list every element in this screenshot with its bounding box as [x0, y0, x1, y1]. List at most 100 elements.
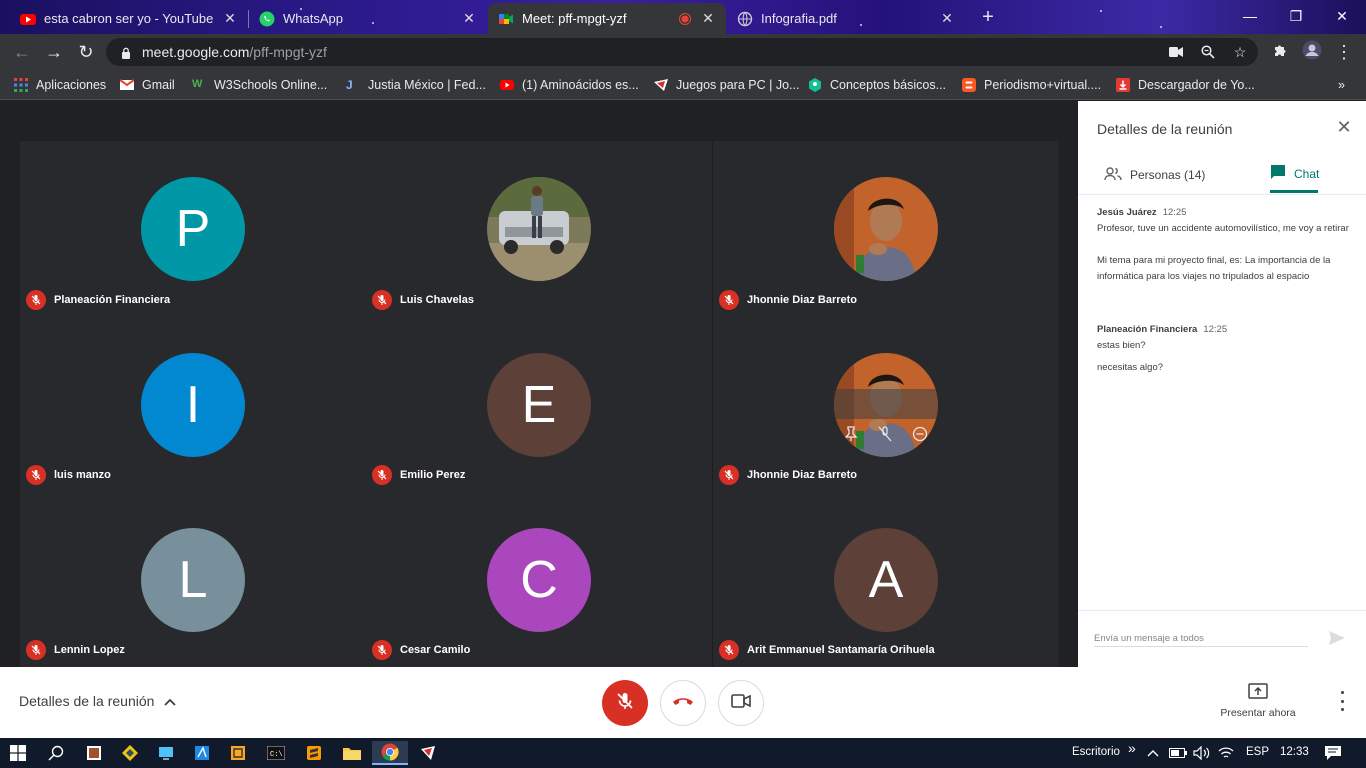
toolbar-expand-icon[interactable]: »	[1128, 740, 1136, 756]
more-bookmarks-icon[interactable]: »	[1338, 76, 1345, 94]
chat-message-group: Planeación Financiera 12:25 estas bien? n…	[1097, 322, 1349, 376]
bookmark-label: Conceptos básicos...	[830, 78, 947, 92]
present-now-label: Presentar ahora	[1220, 707, 1296, 719]
bookmark-descargador[interactable]: Descargador de Yo...	[1116, 76, 1255, 94]
decor-star	[1160, 26, 1162, 28]
meeting-details-button[interactable]: Detalles de la reunión	[19, 693, 177, 709]
bookmark-juegos[interactable]: Juegos para PC | Jo...	[654, 76, 799, 94]
input-language[interactable]: ESP	[1246, 746, 1269, 758]
tab-whatsapp[interactable]: WhatsApp ✕	[249, 3, 487, 34]
taskbar-app-git-icon[interactable]	[112, 741, 148, 765]
bookmarks-bar: Aplicaciones Gmail W W3Schools Online...…	[0, 70, 1366, 100]
bookmark-aminoacidos[interactable]: (1) Aminoácidos es...	[500, 76, 639, 94]
leave-call-button[interactable]	[660, 680, 706, 726]
chevron-up-icon[interactable]	[1142, 741, 1164, 765]
taskbar-app-monitor-icon[interactable]	[148, 741, 184, 765]
chat-message-group: Jesús Juárez 12:25 Profesor, tuve un acci…	[1097, 205, 1349, 285]
notifications-icon[interactable]	[1318, 741, 1348, 765]
system-clock[interactable]: 12:33	[1280, 746, 1309, 758]
address-bar[interactable]: meet.google.com /pff-mpgt-yzf ☆	[106, 38, 1258, 66]
minimize-button[interactable]: —	[1230, 4, 1270, 28]
back-button[interactable]: ←	[10, 40, 34, 64]
desktop-toolbar-label[interactable]: Escritorio	[1072, 746, 1120, 758]
participant-label: Lennin Lopez	[26, 640, 125, 660]
composer-divider	[1078, 610, 1366, 611]
taskbar-app-chrome-icon[interactable]	[372, 741, 408, 765]
tab-title: Meet: pff-mpgt-yzf	[522, 11, 627, 26]
participant-name: luis manzo	[54, 469, 111, 481]
mute-participant-icon[interactable]	[878, 395, 892, 455]
tab-chat[interactable]: Chat	[1270, 157, 1319, 193]
pin-icon[interactable]	[844, 395, 858, 455]
participant-label: Emilio Perez	[372, 465, 465, 485]
present-now-button[interactable]: Presentar ahora	[1212, 683, 1304, 719]
bookmark-conceptos[interactable]: Conceptos básicos...	[808, 76, 946, 94]
remove-participant-icon[interactable]	[912, 395, 928, 455]
close-tab-icon[interactable]: ✕	[222, 10, 238, 27]
tab-people[interactable]: Personas (14)	[1104, 157, 1205, 193]
wifi-icon[interactable]	[1214, 741, 1238, 765]
w3schools-icon: W	[192, 78, 203, 90]
close-panel-icon[interactable]: ✕	[1334, 117, 1354, 138]
bookmark-label: Descargador de Yo...	[1138, 78, 1255, 92]
meeting-control-bar: Detalles de la reunión Presentar ahora	[0, 667, 1366, 738]
bookmark-gmail[interactable]: Gmail	[119, 76, 175, 94]
tab-infografia[interactable]: Infografia.pdf ✕	[727, 3, 965, 34]
participant-name: Arit Emmanuel Santamaría Orihuela	[747, 644, 935, 656]
participant-name: Lennin Lopez	[54, 644, 125, 656]
participant-label: Jhonnie Diaz Barreto	[719, 465, 857, 485]
bookmark-star-icon[interactable]: ☆	[1230, 38, 1250, 66]
bookmark-w3schools[interactable]: W W3Schools Online...	[192, 76, 327, 94]
send-icon[interactable]	[1328, 629, 1346, 647]
taskbar-app-sqlserver-icon[interactable]	[184, 741, 220, 765]
new-tab-button[interactable]: +	[978, 6, 998, 29]
participant-name: Planeación Financiera	[54, 294, 171, 306]
close-tab-icon[interactable]: ✕	[700, 10, 716, 27]
google-meet-icon	[498, 11, 514, 27]
tab-meet[interactable]: Meet: pff-mpgt-yzf ✕	[488, 3, 726, 34]
reload-button[interactable]: ↻	[74, 40, 98, 64]
participant-label: Planeación Financiera	[26, 290, 170, 310]
forward-button[interactable]: →	[42, 40, 66, 64]
bookmark-label: Juegos para PC | Jo...	[676, 78, 800, 92]
taskbar-app-calculator-icon[interactable]	[76, 741, 112, 765]
bookmark-label: Periodismo+virtual....	[984, 78, 1102, 92]
more-options-icon[interactable]	[1334, 691, 1350, 711]
profile-avatar[interactable]	[1300, 40, 1324, 64]
zoom-icon[interactable]	[1198, 38, 1218, 66]
decor-star	[1100, 10, 1102, 12]
taskbar-app-file-explorer-icon[interactable]	[334, 741, 370, 765]
windows-start-icon[interactable]	[0, 741, 36, 765]
restore-button[interactable]: ❐	[1276, 4, 1316, 28]
bookmark-label: Justia México | Fed...	[368, 78, 486, 92]
participant-avatar: E	[487, 353, 591, 457]
participant-avatar: L	[141, 528, 245, 632]
bookmark-justia[interactable]: J Justia México | Fed...	[346, 76, 486, 94]
participant-avatar: I	[141, 353, 245, 457]
taskbar-app-network-icon[interactable]	[220, 741, 256, 765]
volume-icon[interactable]	[1190, 741, 1214, 765]
bookmark-periodismo[interactable]: Periodismo+virtual....	[962, 76, 1101, 94]
participant-photo[interactable]	[834, 353, 938, 457]
participant-avatar: A	[834, 528, 938, 632]
search-icon[interactable]	[38, 741, 74, 765]
chat-message-input[interactable]	[1094, 631, 1308, 647]
toggle-camera-button[interactable]	[718, 680, 764, 726]
khan-icon	[808, 78, 822, 92]
taskbar-app-sublime-icon[interactable]	[296, 741, 332, 765]
gmail-icon	[119, 78, 135, 92]
taskbar-app-terminal-icon[interactable]: C:\	[258, 741, 294, 765]
close-tab-icon[interactable]: ✕	[939, 10, 955, 27]
toggle-microphone-button[interactable]	[602, 680, 648, 726]
participant-label: Cesar Camilo	[372, 640, 470, 660]
close-window-button[interactable]: ✕	[1322, 4, 1362, 28]
close-tab-icon[interactable]: ✕	[461, 10, 477, 27]
tab-youtube[interactable]: esta cabron ser yo - YouTube ✕	[10, 3, 248, 34]
participant-label: luis manzo	[26, 465, 111, 485]
browser-menu-icon[interactable]: ⋮	[1332, 40, 1356, 64]
camera-in-use-icon[interactable]	[1166, 38, 1186, 66]
bookmark-apps[interactable]: Aplicaciones	[14, 76, 106, 94]
extensions-puzzle-icon[interactable]	[1268, 40, 1292, 64]
battery-icon[interactable]	[1166, 741, 1190, 765]
taskbar-app-game-icon[interactable]	[410, 741, 446, 765]
